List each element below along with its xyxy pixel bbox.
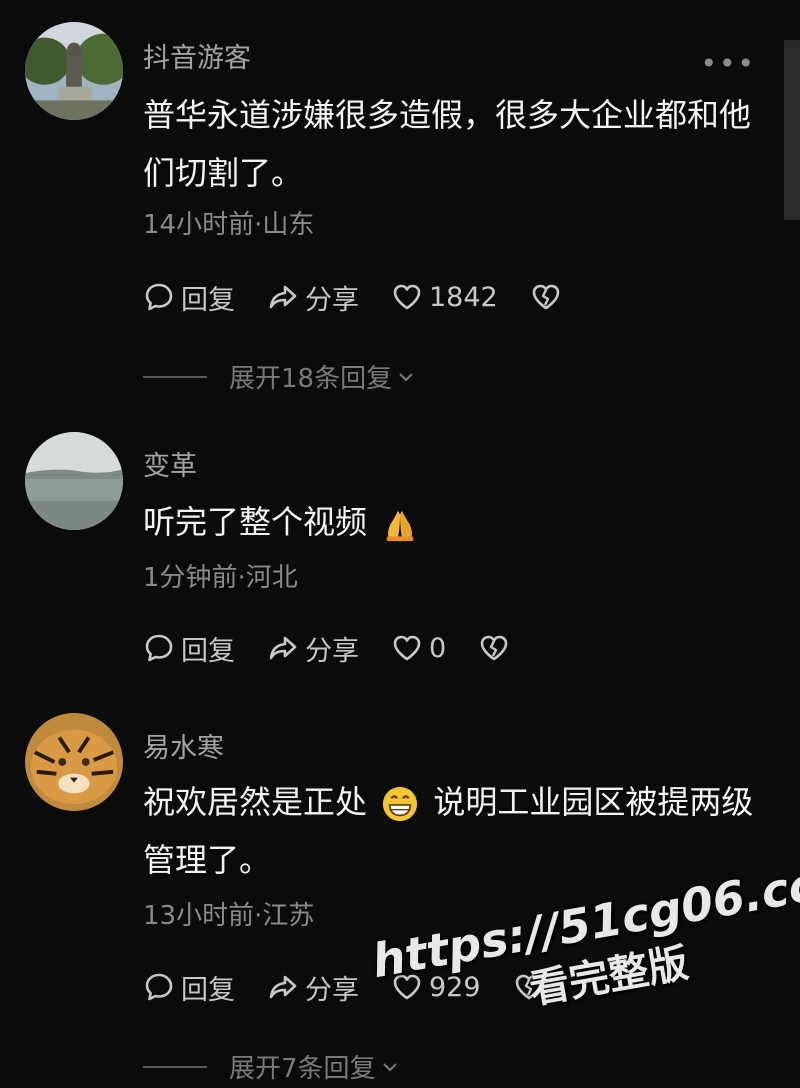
- username[interactable]: 变革: [143, 444, 197, 483]
- comment-actions: 回复 分享 1842: [143, 277, 600, 317]
- reply-label: 回复: [181, 635, 235, 667]
- broken-heart-icon: [532, 284, 560, 310]
- avatar[interactable]: [25, 432, 123, 530]
- comment-bubble-icon: [145, 283, 173, 311]
- share-label: 分享: [305, 635, 359, 667]
- reply-button[interactable]: 回复: [143, 278, 235, 317]
- dislike-button[interactable]: [478, 632, 516, 664]
- comment-text: 普华永道涉嫌很多造假，很多大企业都和他们切割了。: [143, 96, 752, 192]
- share-button[interactable]: 分享: [267, 968, 359, 1007]
- reply-label: 回复: [181, 284, 235, 316]
- comment-meta: 1分钟前·河北: [143, 563, 298, 593]
- expand-replies-label: 展开7条回复: [229, 1054, 376, 1084]
- like-button[interactable]: 0: [391, 632, 446, 664]
- share-button[interactable]: 分享: [267, 278, 359, 317]
- divider-line: [143, 1065, 207, 1068]
- heart-icon: [393, 635, 421, 661]
- expand-replies-label: 展开18条回复: [229, 364, 393, 394]
- scrollbar[interactable]: [784, 40, 800, 220]
- comment-text-content: 听完了整个视频: [143, 503, 368, 541]
- share-arrow-icon: [269, 636, 297, 660]
- like-count: 1842: [429, 281, 498, 313]
- avatar[interactable]: [25, 713, 123, 811]
- chevron-down-icon: [382, 1062, 397, 1071]
- comment-bubble-icon: [145, 973, 173, 1001]
- comment-actions: 回复 分享 0: [143, 628, 548, 668]
- broken-heart-icon: [480, 635, 508, 661]
- divider-line: [143, 375, 207, 378]
- folded-hands-emoji: [386, 510, 414, 542]
- share-arrow-icon: [269, 975, 297, 999]
- heart-icon: [393, 284, 421, 310]
- comment-text: 听完了整个视频: [143, 493, 763, 551]
- like-button[interactable]: 1842: [391, 281, 498, 313]
- share-label: 分享: [305, 284, 359, 316]
- comment-text: 祝欢居然是正处 说明工业园区被提两级管理了。: [143, 773, 763, 889]
- reply-label: 回复: [181, 974, 235, 1006]
- grinning-face-emoji: [383, 786, 418, 822]
- username[interactable]: 易水寒: [143, 726, 224, 765]
- share-arrow-icon: [269, 285, 297, 309]
- reply-button[interactable]: 回复: [143, 968, 235, 1007]
- expand-replies-button[interactable]: 展开7条回复: [143, 1048, 400, 1085]
- avatar[interactable]: [25, 22, 123, 120]
- chevron-down-icon: [399, 372, 413, 381]
- comment-bubble-icon: [145, 634, 173, 662]
- comment-meta: 13小时前·江苏: [143, 901, 315, 931]
- like-count: 0: [429, 632, 447, 664]
- share-button[interactable]: 分享: [267, 629, 359, 668]
- share-label: 分享: [305, 974, 359, 1006]
- expand-replies-button[interactable]: 展开18条回复: [143, 358, 416, 395]
- username[interactable]: 抖音游客: [143, 36, 251, 75]
- more-options-icon[interactable]: •••: [700, 50, 756, 78]
- reply-button[interactable]: 回复: [143, 629, 235, 668]
- comment-meta: 14小时前·山东: [143, 210, 315, 240]
- comment-text-before: 祝欢居然是正处: [143, 783, 368, 821]
- dislike-button[interactable]: [530, 281, 568, 313]
